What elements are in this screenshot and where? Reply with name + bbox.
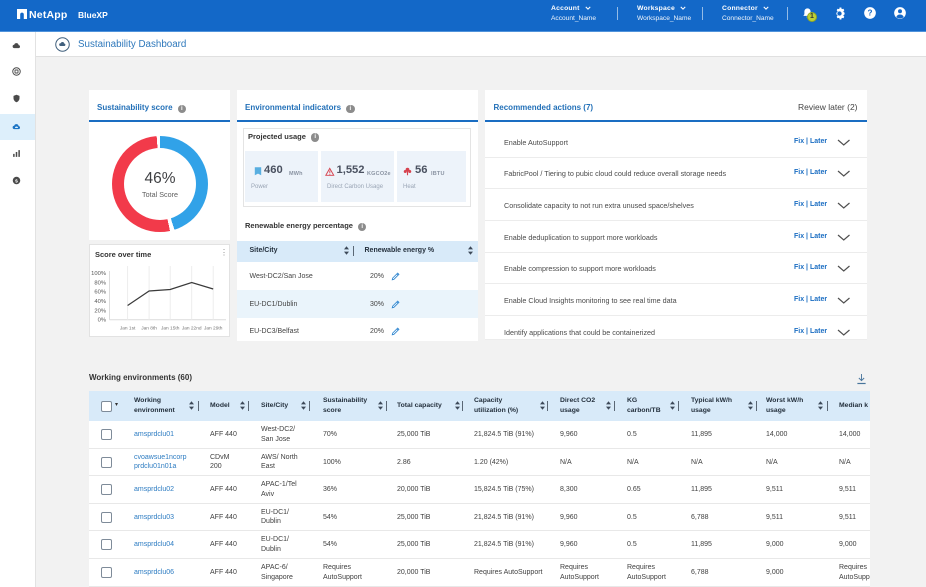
svg-text:$: $ [15, 178, 18, 184]
svg-text:0%: 0% [98, 318, 106, 324]
svg-text:20%: 20% [94, 308, 106, 314]
svg-text:40%: 40% [94, 299, 106, 305]
svg-text:Jan 1st: Jan 1st [120, 326, 136, 332]
svg-text:Jan 15th: Jan 15th [161, 326, 180, 332]
svg-text:80%: 80% [94, 280, 106, 286]
svg-text:Jan 29th: Jan 29th [204, 326, 223, 332]
svg-text:?: ? [868, 9, 873, 18]
svg-text:Jan 8th: Jan 8th [141, 326, 157, 332]
svg-text:Jan 22nd: Jan 22nd [182, 326, 202, 332]
svg-text:100%: 100% [91, 271, 106, 277]
svg-text:60%: 60% [94, 290, 106, 296]
